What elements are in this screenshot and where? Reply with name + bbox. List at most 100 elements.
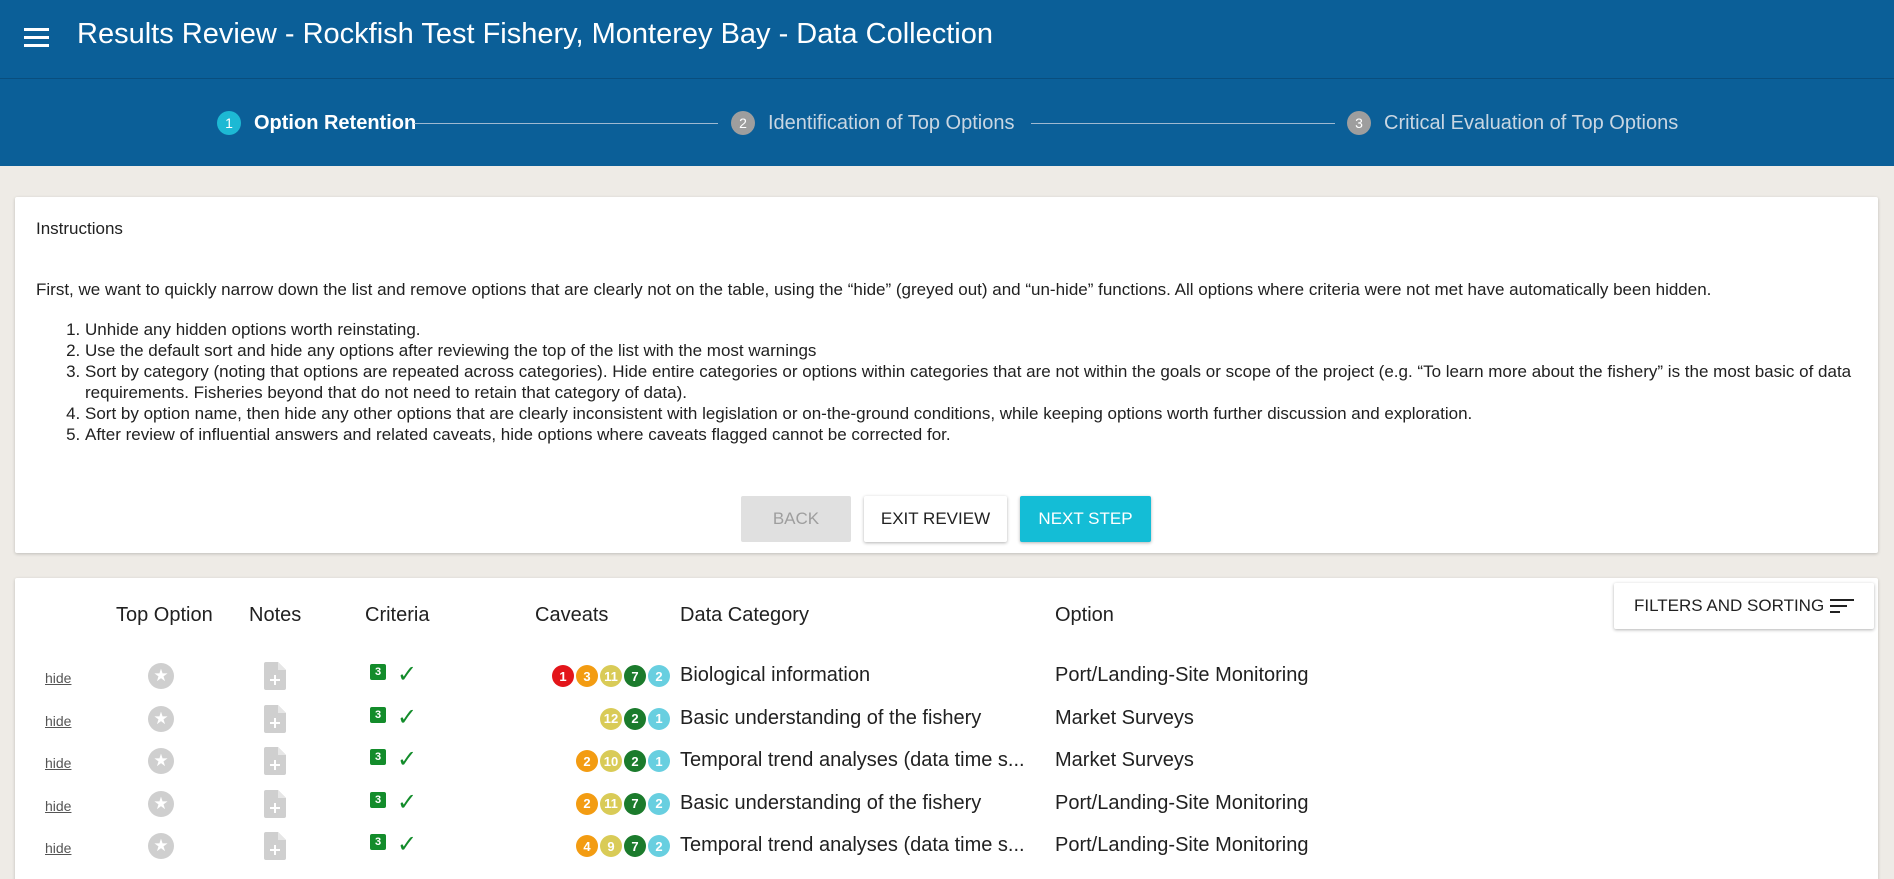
stepper: 1 Option Retention 2 Identification of T… [0, 78, 1894, 166]
star-icon[interactable]: ★ [148, 663, 174, 689]
caveat-badge[interactable]: 7 [624, 792, 646, 815]
caveat-badge[interactable]: 2 [648, 665, 670, 687]
caveat-badge[interactable]: 10 [600, 750, 622, 772]
caveat-badge[interactable]: 7 [624, 835, 646, 857]
star-icon[interactable]: ★ [148, 705, 174, 732]
step-critical-evaluation[interactable]: 3 Critical Evaluation of Top Options [1347, 111, 1678, 135]
sort-icon [1830, 599, 1854, 613]
caveats-group: 2 11 7 2 [574, 792, 670, 815]
filters-label: FILTERS AND SORTING [1634, 596, 1825, 615]
option-cell: Port/Landing-Site Monitoring [1055, 664, 1309, 686]
star-icon[interactable]: ★ [148, 790, 174, 817]
results-table: FILTERS AND SORTING Top Option Notes Cri… [15, 578, 1878, 879]
data-category-cell: Biological information [680, 664, 871, 686]
data-category-cell: Temporal trend analyses (data time s... [680, 834, 1025, 856]
option-cell: Market Surveys [1055, 749, 1194, 771]
step-number: 2 [731, 111, 755, 135]
table-row: hide ★ 3 ✓ 2 10 2 1 Temporal trend analyses (dat… [15, 743, 1878, 785]
star-icon[interactable]: ★ [148, 833, 174, 859]
header-caveats[interactable]: Caveats [535, 604, 608, 627]
caveat-badge[interactable]: 9 [600, 835, 622, 857]
hide-link[interactable]: hide [45, 755, 71, 771]
data-category-cell: Temporal trend analyses (data time s... [680, 749, 1025, 771]
step-connector [1031, 123, 1335, 124]
caveats-group: 2 10 2 1 [574, 750, 670, 772]
caveats-group: 1 3 11 7 2 [550, 665, 670, 687]
step-label: Critical Evaluation of Top Options [1384, 111, 1679, 134]
header-option[interactable]: Option [1055, 604, 1114, 627]
step-option-retention[interactable]: 1 Option Retention [217, 111, 416, 135]
next-step-button[interactable]: NEXT STEP [1020, 496, 1151, 542]
caveat-badge[interactable]: 2 [624, 707, 646, 730]
caveat-badge[interactable]: 1 [552, 665, 574, 687]
back-button[interactable]: BACK [741, 496, 851, 542]
criteria-badge: 3 [370, 791, 386, 808]
caveat-badge[interactable]: 2 [576, 750, 598, 772]
option-cell: Market Surveys [1055, 706, 1194, 729]
add-note-icon[interactable] [264, 832, 286, 860]
instructions-intro: First, we want to quickly narrow down th… [36, 280, 1712, 299]
hide-link[interactable]: hide [45, 840, 71, 856]
add-note-icon[interactable] [264, 662, 286, 690]
caveat-badge[interactable]: 11 [600, 665, 622, 687]
step-identification[interactable]: 2 Identification of Top Options [731, 111, 1014, 135]
instruction-item: Use the default sort and hide any option… [85, 340, 1875, 361]
criteria-badge: 3 [370, 664, 386, 680]
hide-link[interactable]: hide [45, 670, 71, 686]
data-category-cell: Basic understanding of the fishery [680, 791, 982, 814]
instruction-item: Unhide any hidden options worth reinstat… [85, 319, 1875, 340]
table-row: hide ★ 3 ✓ 2 11 7 2 Basic understanding of the f… [15, 786, 1878, 828]
header-criteria[interactable]: Criteria [365, 604, 429, 627]
check-icon: ✓ [397, 746, 418, 773]
instruction-item: Sort by option name, then hide any other… [85, 403, 1875, 424]
hide-link[interactable]: hide [45, 798, 71, 814]
table-row: hide ★ 3 ✓ 4 9 7 2 Temporal trend analyses (data… [15, 828, 1878, 870]
caveats-group: 4972 [574, 835, 670, 857]
exit-review-button[interactable]: EXIT REVIEW [864, 496, 1007, 542]
criteria-badge: 3 [370, 749, 386, 765]
caveat-badge[interactable]: 2 [576, 792, 598, 815]
caveat-badge[interactable]: 1 [648, 707, 670, 730]
step-label: Option Retention [254, 111, 417, 134]
add-note-icon[interactable] [264, 789, 286, 818]
page-title: Results Review - Rockfish Test Fishery, … [77, 18, 993, 50]
step-number: 3 [1347, 111, 1371, 135]
add-note-icon[interactable] [264, 704, 286, 733]
table-row: hide ★ 3 ✓ 1 3 11 7 2 Biological information Port/… [15, 658, 1878, 700]
hide-link[interactable]: hide [45, 713, 71, 729]
table-row: hide ★ 3 ✓ 12 2 1 Basic understanding of the fi… [15, 701, 1878, 743]
step-connector [414, 123, 718, 124]
instructions-title: Instructions [36, 219, 123, 238]
menu-icon[interactable] [24, 28, 49, 48]
instructions-list: Unhide any hidden options worth reinstat… [85, 319, 1875, 445]
caveat-badge[interactable]: 2 [648, 792, 670, 815]
app-bar: Results Review - Rockfish Test Fishery, … [0, 0, 1894, 78]
caveat-badge[interactable]: 2 [648, 835, 670, 857]
data-category-cell: Basic understanding of the fishery [680, 706, 982, 729]
add-note-icon[interactable] [264, 747, 286, 775]
caveat-badge[interactable]: 3 [576, 665, 598, 687]
filters-and-sorting-button[interactable]: FILTERS AND SORTING [1614, 583, 1874, 629]
check-icon: ✓ [397, 703, 418, 731]
criteria-badge: 3 [370, 834, 386, 850]
check-icon: ✓ [397, 788, 418, 816]
instruction-item: After review of influential answers and … [85, 424, 1875, 445]
instructions-card: Instructions First, we want to quickly n… [15, 197, 1878, 553]
caveat-badge[interactable]: 4 [576, 835, 598, 857]
star-icon[interactable]: ★ [148, 748, 174, 774]
header-data-category[interactable]: Data Category [680, 604, 809, 627]
check-icon: ✓ [397, 831, 418, 858]
caveat-badge[interactable]: 7 [624, 665, 646, 687]
caveat-badge[interactable]: 1 [648, 750, 670, 772]
criteria-badge: 3 [370, 706, 386, 723]
caveat-badge[interactable]: 11 [600, 792, 622, 815]
check-icon: ✓ [397, 661, 418, 688]
step-number: 1 [217, 111, 241, 135]
caveat-badge[interactable]: 2 [624, 750, 646, 772]
step-label: Identification of Top Options [768, 111, 1015, 134]
option-cell: Port/Landing-Site Monitoring [1055, 791, 1309, 814]
header-top-option[interactable]: Top Option [116, 604, 213, 627]
caveat-badge[interactable]: 12 [600, 707, 622, 730]
header-notes[interactable]: Notes [249, 604, 301, 627]
instruction-item: Sort by category (noting that options ar… [85, 361, 1875, 403]
